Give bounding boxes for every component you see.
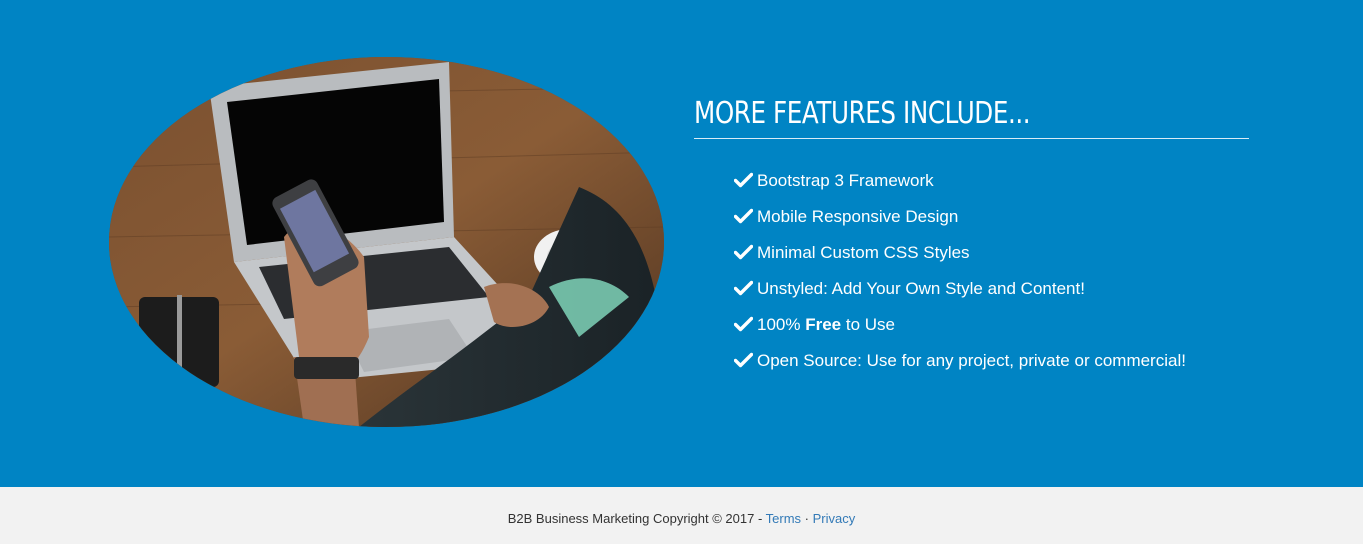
feature-text: Mobile Responsive Design [757,207,959,226]
feature-text: Bootstrap 3 Framework [757,171,934,190]
feature-text: Minimal Custom CSS Styles [757,243,970,262]
features-heading: MORE FEATURES INCLUDE... [694,96,1031,131]
checkmark-icon [734,244,753,260]
checkmark-icon [734,172,753,188]
heading-divider [694,138,1249,139]
feature-item-bootstrap: Bootstrap 3 Framework [734,163,1249,199]
checkmark-icon [734,316,753,332]
features-section: MORE FEATURES INCLUDE... Bootstrap 3 Fra… [0,0,1363,487]
feature-item-responsive: Mobile Responsive Design [734,199,1249,235]
privacy-link[interactable]: Privacy [813,511,856,526]
features-list: Bootstrap 3 Framework Mobile Responsive … [734,163,1249,379]
copyright-text: B2B Business Marketing Copyright © 2017 … [507,511,766,526]
feature-item-minimal-css: Minimal Custom CSS Styles [734,235,1249,271]
footer: B2B Business Marketing Copyright © 2017 … [0,487,1363,544]
feature-text: Open Source: Use for any project, privat… [757,351,1186,370]
features-block: MORE FEATURES INCLUDE... Bootstrap 3 Fra… [694,92,1249,379]
feature-item-free: 100% Free to Use [734,307,1249,343]
checkmark-icon [734,280,753,296]
terms-link[interactable]: Terms [766,511,801,526]
feature-item-open-source: Open Source: Use for any project, privat… [734,343,1249,379]
feature-text: Unstyled: Add Your Own Style and Content… [757,279,1085,298]
feature-item-unstyled: Unstyled: Add Your Own Style and Content… [734,271,1249,307]
checkmark-icon [734,352,753,368]
checkmark-icon [734,208,753,224]
footer-separator: · [801,511,813,526]
feature-text: 100% Free to Use [757,315,895,334]
laptop-phone-photo [109,57,664,427]
